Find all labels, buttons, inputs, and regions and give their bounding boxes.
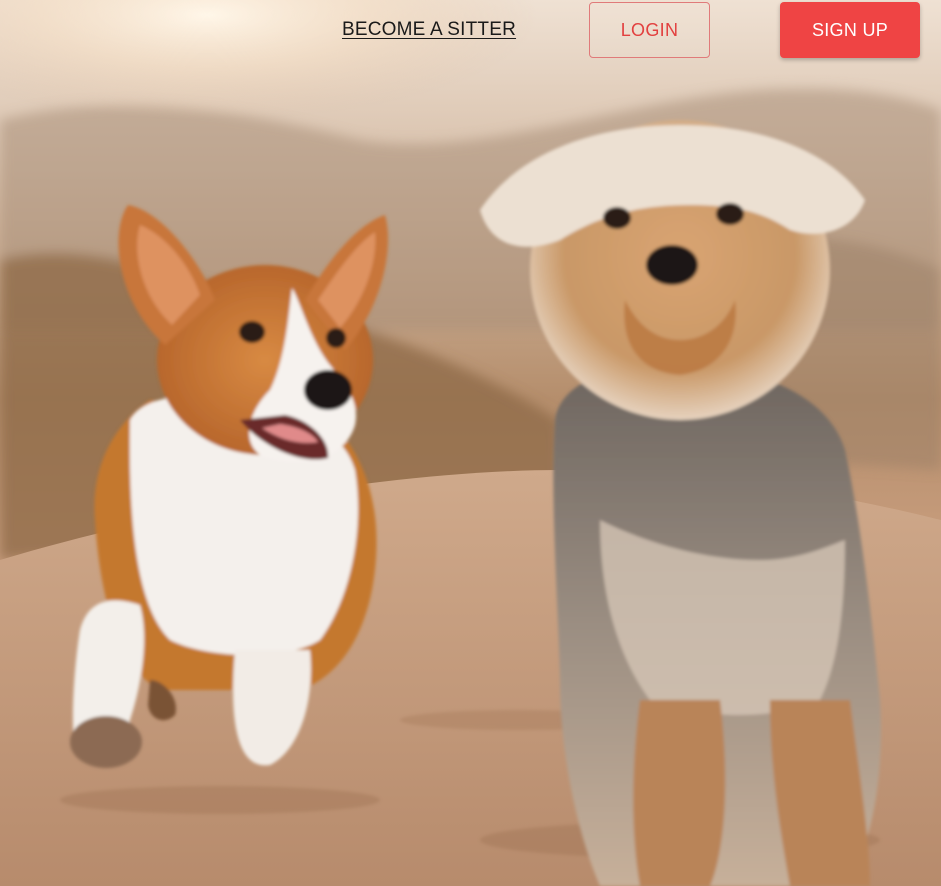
top-nav: BECOME A SITTER LOGIN SIGN UP — [0, 0, 941, 62]
become-sitter-link[interactable]: BECOME A SITTER — [342, 19, 516, 41]
hero-section: BECOME A SITTER LOGIN SIGN UP — [0, 0, 941, 886]
signup-button[interactable]: SIGN UP — [780, 2, 920, 58]
hero-photo — [0, 0, 941, 886]
login-button[interactable]: LOGIN — [589, 2, 710, 58]
